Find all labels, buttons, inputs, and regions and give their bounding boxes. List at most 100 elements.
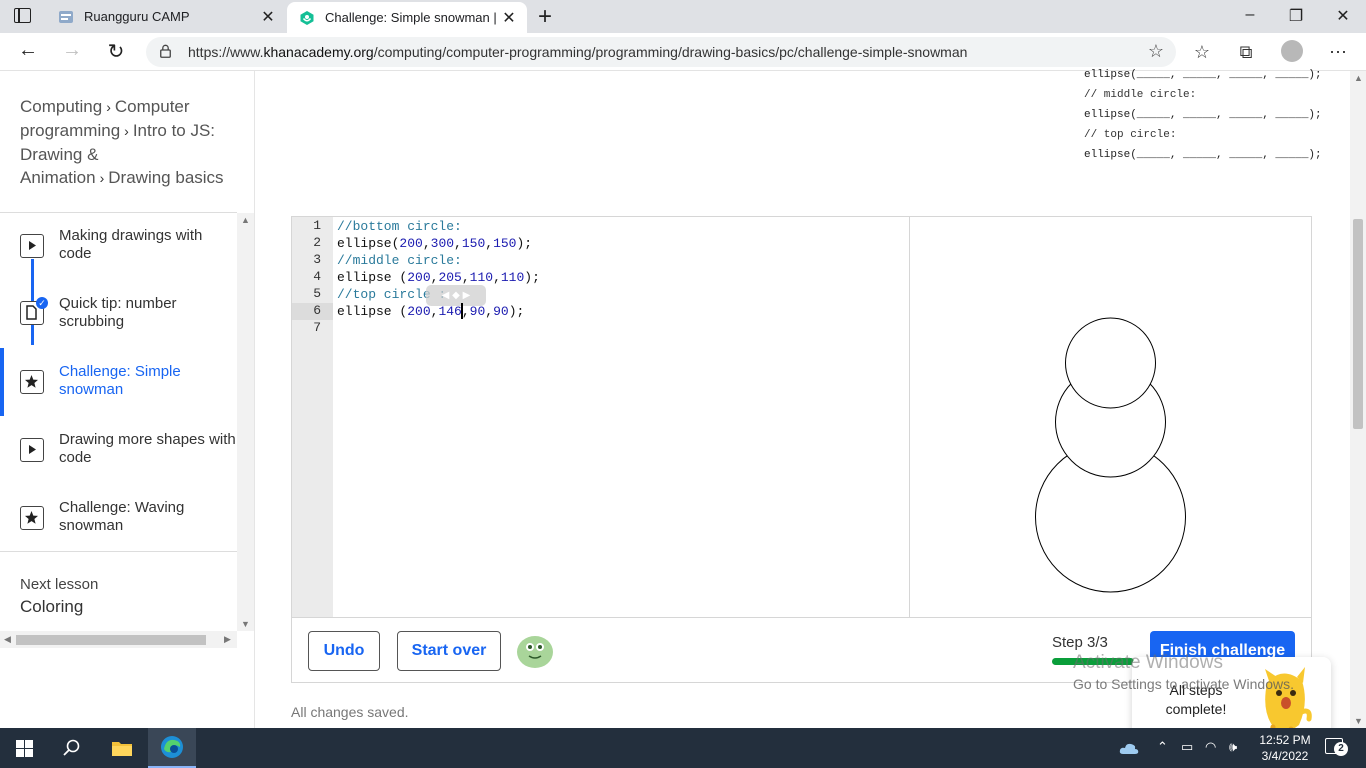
tab-ruangguru[interactable]: Ruangguru CAMP ✕ — [46, 0, 286, 33]
instruction-line: ellipse(_____, _____, _____, _____); — [1084, 69, 1322, 81]
scroll-up-icon[interactable]: ▲ — [1354, 73, 1363, 83]
lesson-label: Drawing more shapes with code — [59, 431, 236, 466]
close-window-icon[interactable]: ✕ — [1333, 6, 1353, 26]
code-number[interactable]: 90 — [493, 304, 509, 319]
code-comment: //bottom circle: — [337, 219, 462, 234]
system-clock[interactable]: 12:52 PM 3/4/2022 — [1255, 732, 1315, 764]
output-canvas — [910, 217, 1311, 617]
code-number[interactable]: 146 — [438, 304, 461, 319]
scroll-down-icon[interactable]: ▼ — [1354, 716, 1363, 726]
notifications-icon[interactable]: 2 — [1325, 738, 1348, 756]
battery-icon[interactable]: ▭ — [1181, 739, 1193, 755]
main-content: ellipse(_____, _____, _____, _____); // m… — [256, 69, 1350, 753]
activate-windows-watermark: Activate Windows — [1073, 652, 1223, 673]
scroll-left-icon[interactable]: ◀ — [4, 634, 11, 645]
lesson-drawing-more-shapes[interactable]: Drawing more shapes with code — [0, 431, 237, 499]
more-menu-icon[interactable]: ⋯ — [1327, 41, 1349, 63]
scrollbar-thumb[interactable] — [1353, 219, 1363, 429]
activate-windows-subtext: Go to Settings to activate Windows. — [1073, 676, 1294, 692]
file-explorer-icon[interactable] — [98, 728, 146, 768]
profile-avatar[interactable] — [1281, 40, 1303, 62]
lesson-label: Quick tip: number scrubbing — [59, 295, 177, 330]
scroll-down-icon[interactable]: ▼ — [241, 619, 250, 629]
lesson-quick-tip[interactable]: ✓ Quick tip: number scrubbing — [0, 295, 237, 363]
sidebar-horizontal-scrollbar[interactable]: ◀ ▶ — [0, 631, 237, 648]
windows-start-icon[interactable] — [0, 728, 48, 768]
code-line: //bottom circle: — [337, 218, 462, 235]
refresh-icon[interactable]: ↻ — [104, 39, 128, 64]
lock-icon — [160, 44, 171, 58]
line-number: 7 — [313, 320, 321, 335]
code-number[interactable]: 90 — [470, 304, 486, 319]
collections-icon[interactable]: ⧉ — [1235, 41, 1257, 63]
line-number: 6 — [313, 303, 321, 318]
edge-browser-icon[interactable] — [148, 728, 196, 768]
restore-icon[interactable]: ❐ — [1286, 6, 1306, 26]
minimize-icon[interactable]: – — [1240, 6, 1260, 24]
code-number[interactable]: 150 — [462, 236, 485, 251]
play-icon — [20, 438, 44, 462]
start-over-button[interactable]: Start over — [397, 631, 501, 671]
code-line: //middle circle: — [337, 252, 462, 269]
chevron-right-icon: › — [106, 99, 111, 115]
code-number[interactable]: 110 — [501, 270, 524, 285]
divider — [0, 212, 237, 213]
canvas-svg — [1035, 317, 1186, 593]
close-tab-icon[interactable]: ✕ — [258, 7, 278, 27]
clock-time: 12:52 PM — [1259, 733, 1311, 747]
breadcrumb-drawing-basics[interactable]: Drawing basics — [108, 168, 223, 187]
code-number[interactable]: 205 — [438, 270, 461, 285]
code-token: ); — [524, 270, 540, 285]
code-token: , — [461, 304, 470, 319]
check-icon: ✓ — [36, 297, 48, 309]
close-tab-icon[interactable]: ✕ — [499, 8, 519, 28]
code-token: ellipse ( — [337, 304, 408, 319]
khan-academy-favicon-icon — [300, 10, 314, 25]
number-scrubber[interactable]: ◀ ◆ ▶ — [426, 285, 486, 306]
code-token: ellipse( — [337, 236, 400, 251]
star-icon — [20, 370, 44, 394]
tab-title: Ruangguru CAMP — [84, 9, 190, 24]
scroll-right-icon[interactable]: ▶ — [224, 634, 231, 645]
scroll-up-icon[interactable]: ▲ — [241, 215, 250, 225]
add-favorite-icon[interactable]: ☆ — [1148, 41, 1164, 62]
wifi-icon[interactable]: ◠ — [1205, 739, 1216, 755]
lesson-making-drawings[interactable]: Making drawings with code — [0, 227, 237, 295]
lesson-challenge-waving-snowman[interactable]: Challenge: Waving snowman — [0, 499, 237, 567]
code-number[interactable]: 200 — [407, 270, 430, 285]
code-number[interactable]: 110 — [470, 270, 493, 285]
code-token: ); — [516, 236, 533, 251]
lesson-challenge-simple-snowman[interactable]: Challenge: Simple snowman — [0, 363, 237, 431]
undo-button[interactable]: Undo — [308, 631, 380, 671]
new-tab-icon[interactable]: + — [533, 3, 557, 31]
volume-icon[interactable]: 🕪 — [1229, 739, 1237, 755]
code-number[interactable]: 200 — [407, 304, 430, 319]
lesson-label: Challenge: Simple snowman — [59, 363, 181, 398]
show-hidden-icons-icon[interactable]: ⌃ — [1157, 739, 1168, 755]
chevron-right-icon: › — [99, 170, 105, 186]
next-lesson-link[interactable]: Coloring — [20, 597, 83, 617]
url-field[interactable]: https://www.khanacademy.org/computing/co… — [146, 37, 1176, 67]
page-vertical-scrollbar[interactable]: ▲ ▼ — [1350, 71, 1366, 728]
notification-count: 2 — [1334, 742, 1348, 756]
url-text: https://www.khanacademy.org/computing/co… — [188, 44, 968, 60]
forward-icon[interactable]: → — [60, 39, 84, 62]
code-number[interactable]: 200 — [399, 236, 422, 251]
tab-challenge[interactable]: Challenge: Simple snowman | Dra ✕ — [287, 2, 527, 33]
code-token: , — [485, 236, 494, 251]
scrollbar-thumb[interactable] — [16, 635, 206, 645]
weather-icon[interactable] — [1118, 740, 1140, 756]
hint-blob-icon[interactable] — [516, 633, 554, 669]
instructions-code: ellipse(_____, _____, _____, _____); // m… — [1084, 65, 1322, 165]
breadcrumb-computing[interactable]: Computing — [20, 97, 102, 116]
favorites-icon[interactable]: ☆ — [1191, 41, 1213, 63]
sidebar-vertical-scrollbar[interactable]: ▲ ▼ — [237, 213, 254, 631]
code-number[interactable]: 300 — [431, 236, 454, 251]
search-icon[interactable] — [48, 728, 96, 768]
code-number[interactable]: 150 — [493, 236, 516, 251]
back-icon[interactable]: ← — [16, 39, 40, 62]
clock-date: 3/4/2022 — [1261, 749, 1309, 763]
text-cursor — [461, 303, 463, 319]
browser-tab-bar: Ruangguru CAMP ✕ Challenge: Simple snowm… — [0, 0, 1366, 33]
tab-actions-icon[interactable] — [14, 8, 31, 23]
